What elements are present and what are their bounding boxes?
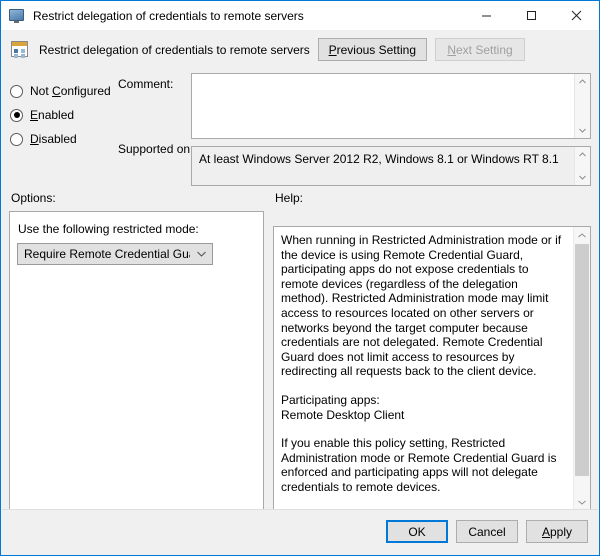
- scroll-up-icon[interactable]: [574, 227, 590, 243]
- comment-scrollbar[interactable]: [574, 74, 590, 138]
- radio-label: Not Configured: [30, 84, 111, 98]
- maximize-icon[interactable]: [509, 1, 554, 30]
- setting-title: Restrict delegation of credentials to re…: [39, 43, 318, 57]
- restricted-mode-dropdown[interactable]: Require Remote Credential Guard: [17, 243, 213, 265]
- scroll-up-icon[interactable]: [575, 147, 590, 162]
- help-paragraph: If you enable this policy setting, Restr…: [281, 436, 566, 494]
- help-label: Help:: [275, 191, 303, 205]
- scroll-down-icon[interactable]: [574, 494, 590, 510]
- comment-value: [192, 74, 590, 82]
- minimize-icon[interactable]: [464, 1, 509, 30]
- window-controls: [464, 1, 599, 30]
- close-icon[interactable]: [554, 1, 599, 30]
- dialog-buttons: OK Cancel Apply: [386, 520, 588, 543]
- cancel-button[interactable]: Cancel: [456, 520, 518, 543]
- radio-indicator: [10, 85, 23, 98]
- restricted-mode-value: Require Remote Credential Guard: [18, 247, 190, 261]
- comment-label: Comment:: [118, 77, 173, 91]
- options-panel: Use the following restricted mode: Requi…: [9, 211, 264, 511]
- radio-indicator: [10, 109, 23, 122]
- setting-header: Restrict delegation of credentials to re…: [2, 30, 598, 69]
- help-text: When running in Restricted Administratio…: [274, 227, 574, 510]
- supported-on-label: Supported on:: [118, 142, 193, 156]
- previous-setting-button[interactable]: Previous Setting: [318, 38, 427, 61]
- scroll-up-icon[interactable]: [575, 74, 590, 89]
- radio-enabled[interactable]: Enabled: [10, 104, 170, 126]
- dialog-footer: OK Cancel Apply: [2, 509, 598, 554]
- radio-indicator: [10, 133, 23, 146]
- restricted-mode-label: Use the following restricted mode:: [18, 222, 199, 236]
- setting-nav-buttons: Previous Setting Next Setting: [318, 38, 525, 61]
- supported-on-textbox: At least Windows Server 2012 R2, Windows…: [191, 146, 591, 186]
- help-paragraph: When running in Restricted Administratio…: [281, 233, 566, 379]
- options-label: Options:: [11, 191, 56, 205]
- policy-setting-dialog: Restrict delegation of credentials to re…: [0, 0, 600, 556]
- ok-button[interactable]: OK: [386, 520, 448, 543]
- title-bar: Restrict delegation of credentials to re…: [1, 1, 599, 30]
- window-title: Restrict delegation of credentials to re…: [33, 9, 464, 23]
- scroll-down-icon[interactable]: [575, 123, 590, 138]
- help-paragraph: Participating apps:Remote Desktop Client: [281, 393, 566, 422]
- radio-label: Enabled: [30, 108, 74, 122]
- supported-on-value: At least Windows Server 2012 R2, Windows…: [192, 147, 590, 171]
- scroll-thumb[interactable]: [575, 244, 589, 476]
- chevron-down-icon: [190, 251, 212, 257]
- help-scrollbar[interactable]: [573, 227, 590, 510]
- policy-setting-icon: [11, 41, 29, 59]
- next-setting-button[interactable]: Next Setting: [435, 38, 525, 61]
- apply-button[interactable]: Apply: [526, 520, 588, 543]
- monitor-icon: [9, 8, 25, 24]
- comment-textarea[interactable]: [191, 73, 591, 139]
- scroll-down-icon[interactable]: [575, 170, 590, 185]
- radio-label: Disabled: [30, 132, 77, 146]
- supported-on-scrollbar[interactable]: [574, 147, 590, 185]
- help-panel: When running in Restricted Administratio…: [273, 226, 591, 511]
